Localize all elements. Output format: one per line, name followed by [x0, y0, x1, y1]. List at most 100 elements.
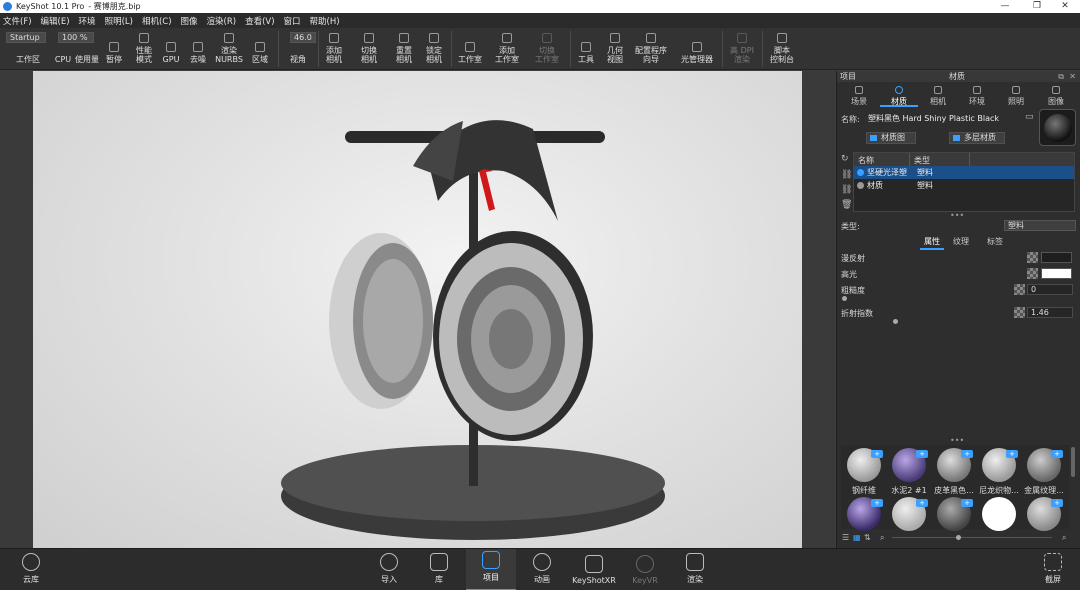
multi-material-button[interactable]: 多层材质	[949, 132, 1005, 144]
animation-button[interactable]: 动画	[517, 549, 567, 590]
menu-edit[interactable]: 编辑(E)	[41, 15, 70, 27]
screenshot-button[interactable]: 截屏	[1028, 549, 1078, 590]
thumbnail-size-slider[interactable]	[892, 537, 1052, 538]
add-studio-button[interactable]: 添加 工作室	[490, 28, 524, 70]
render-view[interactable]	[33, 71, 802, 548]
link-icon[interactable]: ⛓	[841, 170, 852, 180]
region-button[interactable]: 区域	[248, 28, 272, 70]
table-row[interactable]: 坚硬光泽塑 塑料	[854, 166, 1074, 179]
usage-button[interactable]: 使用量	[72, 28, 102, 70]
light-manager-button[interactable]: 光管理器	[676, 28, 718, 70]
tools-button[interactable]: 工具	[574, 28, 598, 70]
pause-button[interactable]: 暂停	[103, 28, 125, 70]
roughness-texture-icon[interactable]	[1014, 284, 1025, 295]
zoom-in-icon[interactable]: ⌕	[1062, 533, 1066, 543]
type-select[interactable]: 塑料	[1004, 220, 1076, 231]
material-preview[interactable]	[1039, 109, 1076, 146]
tab-lighting[interactable]: 照明	[997, 83, 1035, 107]
sort-icon[interactable]: ⇅	[864, 533, 871, 542]
list-view-icon[interactable]: ☰	[842, 533, 849, 542]
keyshotxr-button[interactable]: KeyShotXR	[567, 549, 621, 590]
menu-help[interactable]: 帮助(H)	[310, 15, 340, 27]
unlink-icon[interactable]: ⛓	[841, 185, 852, 195]
hdpi-render-button[interactable]: 高 DPI 渲染	[726, 28, 758, 70]
subtab-labels[interactable]: 标签	[987, 236, 1003, 247]
tab-scene[interactable]: 场景	[840, 83, 878, 107]
library-material[interactable]	[982, 497, 1016, 531]
maximize-button[interactable]: ❐	[1022, 0, 1052, 13]
denoise-button[interactable]: 去噪	[186, 28, 210, 70]
library-material-metal-texture[interactable]: +	[1027, 448, 1063, 482]
view-angle-button[interactable]: 视角	[284, 28, 312, 70]
column-name[interactable]: 名称	[854, 153, 910, 166]
roughness-input[interactable]: 0	[1027, 284, 1073, 295]
library-splitter-handle[interactable]: •••	[950, 436, 964, 445]
zoom-out-icon[interactable]: ⌕	[880, 533, 884, 543]
lock-camera-button[interactable]: 锁定 相机	[421, 28, 447, 70]
panel-close-icon[interactable]: ✕	[1069, 72, 1076, 81]
workspace-button[interactable]: 工作区	[8, 28, 48, 70]
geometry-view-button[interactable]: 几何 视图	[602, 28, 628, 70]
library-material[interactable]: +	[937, 497, 973, 531]
close-button[interactable]: ✕	[1050, 0, 1080, 13]
menu-render[interactable]: 渲染(R)	[207, 15, 237, 27]
delete-icon[interactable]: 🗑	[841, 200, 852, 210]
tab-environment[interactable]: 环境	[958, 83, 996, 107]
table-row[interactable]: 材质 塑料	[854, 179, 1074, 192]
tab-image[interactable]: 图像	[1037, 83, 1075, 107]
refresh-icon[interactable]: ↻	[841, 154, 849, 164]
minimize-button[interactable]: —	[990, 0, 1020, 13]
script-console-button[interactable]: 脚本 控制台	[766, 28, 798, 70]
gpu-button[interactable]: GPU	[160, 28, 182, 70]
switch-camera-button[interactable]: 切换 相机	[356, 28, 382, 70]
add-camera-button[interactable]: 添加 相机	[321, 28, 347, 70]
switch-studio-button[interactable]: 切换 工作室	[530, 28, 564, 70]
menu-image[interactable]: 图像	[181, 15, 198, 27]
menu-lighting[interactable]: 照明(L)	[105, 15, 133, 27]
project-button[interactable]: 项目	[466, 549, 516, 590]
keyvr-button[interactable]: KeyVR	[620, 549, 670, 590]
specular-color-swatch[interactable]	[1041, 268, 1072, 279]
subtab-properties[interactable]: 属性	[920, 236, 944, 250]
library-material-leather-black[interactable]: +	[937, 448, 973, 482]
roughness-slider[interactable]	[842, 296, 847, 301]
configurator-wizard-button[interactable]: 配置程序 向导	[630, 28, 672, 70]
splitter-handle[interactable]: •••	[950, 211, 964, 220]
cloud-library-button[interactable]: 云库	[6, 549, 56, 590]
specular-texture-icon[interactable]	[1027, 268, 1038, 279]
subtab-textures[interactable]: 纹理	[953, 236, 969, 247]
ior-texture-icon[interactable]	[1014, 307, 1025, 318]
tab-camera[interactable]: 相机	[919, 83, 957, 107]
menu-window[interactable]: 窗口	[284, 15, 301, 27]
performance-mode-button[interactable]: 性能 模式	[131, 28, 157, 70]
library-material-concrete[interactable]: +	[892, 448, 928, 482]
ior-slider[interactable]	[893, 319, 898, 324]
library-scrollbar[interactable]	[1071, 447, 1075, 477]
render-nurbs-button[interactable]: 渲染 NURBS	[214, 28, 244, 70]
library-material[interactable]: +	[1027, 497, 1063, 531]
ior-input[interactable]: 1.46	[1027, 307, 1073, 318]
library-button[interactable]: 库	[414, 549, 464, 590]
tab-material[interactable]: 材质	[880, 83, 918, 107]
grid-view-icon[interactable]: ▦	[853, 533, 861, 542]
thumbnail-size-knob[interactable]	[956, 535, 961, 540]
studio-button[interactable]: 工作室	[454, 28, 486, 70]
reset-camera-button[interactable]: 重置 相机	[391, 28, 417, 70]
undock-icon[interactable]: ⧉	[1058, 72, 1064, 82]
import-button[interactable]: 导入	[364, 549, 414, 590]
comment-icon[interactable]: ▭	[1025, 112, 1034, 122]
diffuse-texture-icon[interactable]	[1027, 252, 1038, 263]
diffuse-color-swatch[interactable]	[1041, 252, 1072, 263]
material-graph-button[interactable]: 材质图	[866, 132, 916, 144]
menu-camera[interactable]: 相机(C)	[142, 15, 172, 27]
library-material[interactable]: +	[892, 497, 928, 531]
material-name-field[interactable]: 塑料黑色 Hard Shiny Plastic Black	[868, 113, 1024, 125]
library-material-nylon[interactable]: +	[982, 448, 1018, 482]
render-button[interactable]: 渲染	[670, 549, 720, 590]
menu-environment[interactable]: 环境	[79, 15, 96, 27]
library-material-steel-fiber[interactable]: +	[847, 448, 883, 482]
library-material[interactable]: +	[847, 497, 883, 531]
column-type[interactable]: 类型	[910, 153, 970, 166]
menu-view[interactable]: 查看(V)	[245, 15, 274, 27]
menu-file[interactable]: 文件(F)	[3, 15, 32, 27]
